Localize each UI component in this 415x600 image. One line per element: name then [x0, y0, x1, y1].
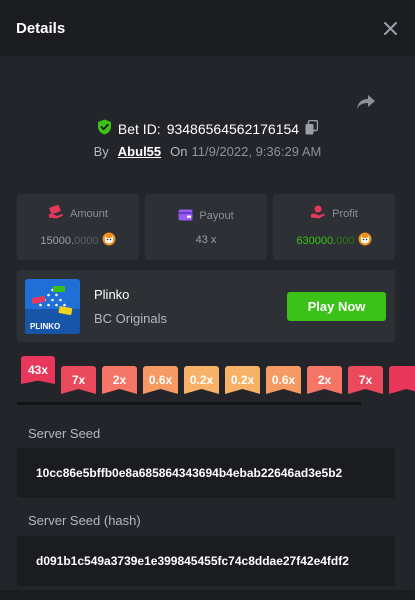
bet-id-row: Bet ID: 93486564562176154 [0, 119, 415, 138]
multiplier-slot: 0.2x [184, 366, 219, 394]
payout-label: Payout [199, 210, 234, 222]
bet-datetime: 11/9/2022, 9:36:29 AM [191, 144, 322, 159]
multiplier-slot: 0.6x [143, 366, 178, 394]
amount-label: Amount [70, 207, 108, 220]
copy-icon[interactable] [305, 119, 319, 138]
shib-coin-icon [102, 232, 116, 249]
server-seed-value: 10cc86e5bffb0e8a685864343694b4ebab22646a… [36, 466, 343, 480]
multiplier-slot [389, 366, 415, 394]
multiplier-slot: 0.6x [266, 366, 301, 394]
bet-author-row: By Abul55 On 11/9/2022, 9:36:29 AM [0, 144, 415, 159]
amount-stat: Amount 15000.0000 [17, 194, 139, 260]
server-seed-field[interactable]: 10cc86e5bffb0e8a685864343694b4ebab22646a… [17, 448, 395, 498]
profit-value-decimals: 000 [336, 234, 355, 247]
wallet-icon [178, 209, 193, 224]
play-now-button[interactable]: Play Now [287, 292, 386, 321]
profit-stat: Profit 630000.000 [273, 194, 395, 260]
bottom-strip [0, 590, 415, 600]
multiplier-row: 43x 7x 2x 0.6x 0.2x 0.2x 0.6x 2x 7x [21, 356, 415, 394]
game-provider: BC Originals [94, 311, 167, 326]
multiplier-slot: 2x [102, 366, 137, 394]
by-label: By [93, 144, 109, 159]
bet-id-value: 93486564562176154 [166, 120, 300, 137]
server-seed-hash-label: Server Seed (hash) [28, 513, 141, 528]
multiplier-slot: 0.2x [225, 366, 260, 394]
profit-label: Profit [332, 207, 358, 220]
game-thumb-label: PLINKO [30, 322, 60, 331]
multiplier-hit: 43x [21, 356, 55, 384]
details-header: Details [0, 0, 415, 56]
server-seed-hash-value: d091b1c549a3739e1e399845455fc74c8ddae27f… [36, 554, 349, 568]
multiplier-slot: 7x [61, 366, 96, 394]
payout-value: 43 x [195, 233, 217, 246]
header-title: Details [16, 19, 66, 37]
profit-value: 630000. [296, 234, 337, 247]
multiplier-slot: 7x [348, 366, 383, 394]
server-seed-label: Server Seed [28, 426, 101, 441]
on-label: On [170, 144, 188, 159]
shib-coin-icon [358, 232, 372, 249]
payout-stat: Payout 43 x [145, 194, 267, 260]
multiplier-scrollbar[interactable] [17, 402, 361, 405]
shield-check-icon [97, 119, 112, 138]
bet-stats: Amount 15000.0000 Payout 43 x Profit 630… [17, 194, 395, 260]
game-name: Plinko [94, 287, 130, 302]
share-icon[interactable] [355, 92, 377, 112]
close-icon[interactable] [381, 19, 399, 37]
bet-id-label: Bet ID: [117, 120, 161, 137]
game-thumbnail[interactable]: PLINKO [25, 279, 80, 334]
coins-hand-icon [48, 204, 64, 222]
amount-value-decimals: 0000 [74, 234, 99, 247]
profit-hand-icon [310, 205, 326, 222]
multiplier-slot: 2x [307, 366, 342, 394]
server-seed-hash-field[interactable]: d091b1c549a3739e1e399845455fc74c8ddae27f… [17, 536, 395, 586]
game-card: PLINKO Plinko BC Originals Play Now [17, 270, 395, 342]
amount-value: 15000. [40, 234, 75, 247]
username-link[interactable]: Abul55 [118, 144, 161, 159]
